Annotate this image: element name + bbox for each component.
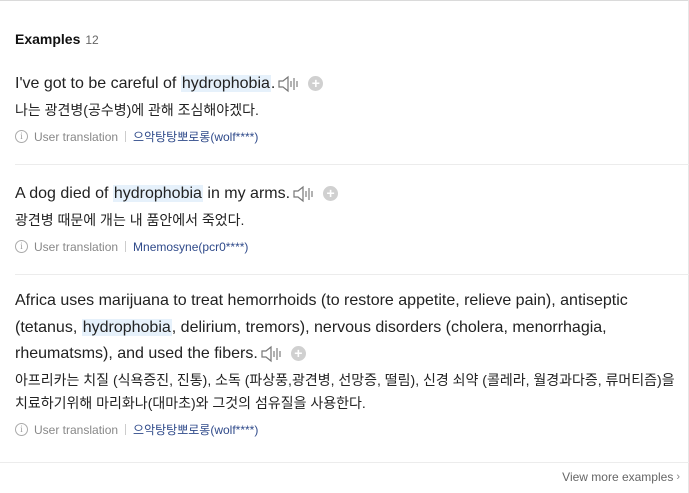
example-translation: 아프리카는 치질 (식욕증진, 진통), 소독 (파상풍,광견병, 선망증, 떨… <box>15 371 675 411</box>
meta-separator <box>125 131 127 142</box>
examples-header: Examples 12 <box>15 31 99 49</box>
divider <box>15 274 689 275</box>
author-link[interactable]: 으악탕탕뽀로롱(wolf****) <box>133 128 258 145</box>
chevron-right-icon: › <box>676 471 680 483</box>
keyword-highlight[interactable]: hydrophobia <box>112 185 203 202</box>
example-item: I've got to be careful of hydrophobia. + … <box>15 71 687 145</box>
speaker-icon[interactable] <box>261 345 283 363</box>
example-sentence: Africa uses marijuana to treat hemorrhoi… <box>15 288 687 368</box>
translation-source: i User translation 으악탕탕뽀로롱(wolf****) <box>15 129 687 145</box>
example-sentence: I've got to be careful of hydrophobia. + <box>15 71 687 98</box>
keyword-highlight[interactable]: hydrophobia <box>180 75 271 92</box>
top-border <box>0 0 689 1</box>
info-icon[interactable]: i <box>15 130 28 143</box>
example-item: A dog died of hydrophobia in my arms. + 광… <box>15 181 687 255</box>
example-translation: 광견병 때문에 개는 내 품안에서 죽었다. <box>15 211 245 228</box>
sentence-text: . <box>270 75 276 92</box>
keyword-highlight[interactable]: hydrophobia <box>81 318 172 336</box>
translation-source: i User translation Mnemosyne(pcr0****) <box>15 239 687 255</box>
info-icon[interactable]: i <box>15 240 28 253</box>
translation-source: i User translation 으악탕탕뽀로롱(wolf****) <box>15 422 687 438</box>
section-title: Examples <box>15 31 81 47</box>
sentence-text: I've got to be careful of <box>15 75 181 92</box>
example-count: 12 <box>85 33 99 47</box>
source-label: User translation <box>34 239 119 254</box>
meta-separator <box>125 424 127 435</box>
info-icon[interactable]: i <box>15 423 28 436</box>
sentence-text: in my arms. <box>202 185 291 202</box>
example-translation: 나는 광견병(공수병)에 관해 조심해야겠다. <box>15 101 259 118</box>
speaker-icon[interactable] <box>278 75 300 93</box>
plus-circle-icon[interactable]: + <box>308 76 324 92</box>
meta-separator <box>125 241 127 252</box>
author-link[interactable]: Mnemosyne(pcr0****) <box>133 240 248 254</box>
sentence-text: A dog died of <box>15 185 113 202</box>
source-label: User translation <box>34 422 119 437</box>
source-label: User translation <box>34 129 119 144</box>
view-more-label: View more examples <box>562 470 674 484</box>
example-item: Africa uses marijuana to treat hemorrhoi… <box>15 288 687 438</box>
author-link[interactable]: 으악탕탕뽀로롱(wolf****) <box>133 421 258 438</box>
plus-circle-icon[interactable]: + <box>323 186 339 202</box>
speaker-icon[interactable] <box>293 185 315 203</box>
example-sentence: A dog died of hydrophobia in my arms. + <box>15 181 687 208</box>
plus-circle-icon[interactable]: + <box>290 346 306 362</box>
divider <box>0 462 689 463</box>
divider <box>15 164 689 165</box>
view-more-link[interactable]: View more examples › <box>562 470 680 484</box>
